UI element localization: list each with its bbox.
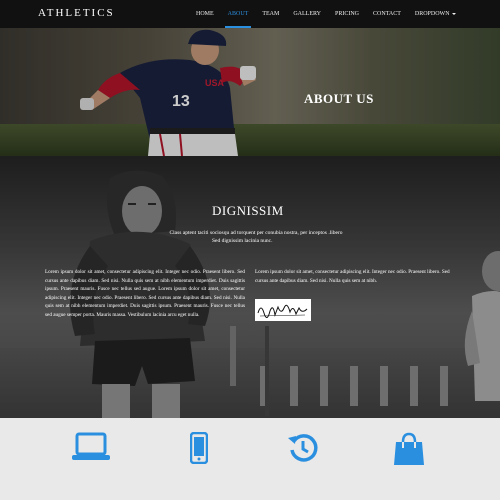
history-icon[interactable] (287, 432, 319, 464)
nav-about[interactable]: ABOUT (221, 0, 256, 28)
shopping-bag-icon[interactable] (393, 432, 425, 466)
brand-logo[interactable]: ATHLETICS (38, 7, 115, 19)
section-subtitle: Class aptent taciti sociosqu ad torquent… (169, 230, 343, 236)
navbar: ATHLETICS HOME ABOUT TEAM GALLERY PRICIN… (0, 0, 500, 28)
section-subtitle-secondary: Sed dignissim lacinia nunc. (212, 238, 273, 244)
nav-menu: HOME ABOUT TEAM GALLERY PRICING CONTACT … (189, 0, 463, 28)
hero-banner: 13 USA ABOUT US (0, 28, 500, 156)
nav-home[interactable]: HOME (189, 0, 221, 28)
laptop-icon[interactable] (72, 432, 110, 462)
hero-overlay (0, 28, 500, 156)
nav-team[interactable]: TEAM (255, 0, 286, 28)
nav-gallery[interactable]: GALLERY (286, 0, 328, 28)
nav-dropdown-label: DROPDOWN (414, 11, 450, 17)
page-title: ABOUT US (304, 91, 374, 106)
section-title: DIGNISSIM (212, 203, 284, 218)
caret-down-icon (451, 12, 456, 15)
phone-icon[interactable] (190, 432, 208, 464)
nav-contact[interactable]: CONTACT (366, 0, 408, 28)
text-column-right: Lorem ipsum dolor sit amet, consectetur … (255, 269, 450, 284)
nav-dropdown[interactable]: DROPDOWN (408, 0, 463, 28)
text-column-left: Lorem ipsum dolor sit amet, consectetur … (45, 269, 245, 318)
signature-image (255, 299, 311, 321)
nav-pricing[interactable]: PRICING (328, 0, 366, 28)
